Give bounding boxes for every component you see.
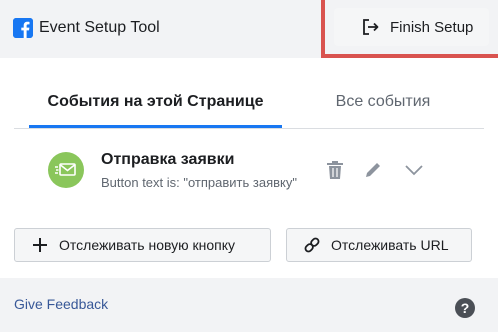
exit-icon bbox=[363, 19, 379, 35]
event-list-item: Отправка заявки Button text is: "отправи… bbox=[48, 150, 448, 194]
plus-icon bbox=[31, 236, 49, 254]
tab-page-events[interactable]: События на этой Странице bbox=[29, 76, 282, 128]
finish-setup-button[interactable]: Finish Setup bbox=[334, 8, 489, 46]
link-icon bbox=[303, 236, 321, 254]
edit-event-button[interactable] bbox=[361, 158, 385, 182]
track-url-button[interactable]: Отслеживать URL bbox=[286, 228, 472, 262]
event-name: Отправка заявки bbox=[101, 151, 235, 168]
brand: Event Setup Tool bbox=[13, 16, 160, 40]
finish-setup-label: Finish Setup bbox=[390, 18, 474, 36]
finish-setup-highlight: Finish Setup bbox=[321, 0, 498, 58]
app-title: Event Setup Tool bbox=[39, 19, 160, 36]
facebook-logo-icon bbox=[13, 18, 33, 38]
app-header: Event Setup Tool Finish Setup bbox=[0, 0, 498, 58]
give-feedback-link[interactable]: Give Feedback bbox=[14, 296, 108, 312]
track-new-button[interactable]: Отслеживать новую кнопку bbox=[14, 228, 271, 262]
expand-event-button[interactable] bbox=[402, 158, 426, 182]
track-url-button-label: Отслеживать URL bbox=[331, 237, 449, 253]
track-new-button-label: Отслеживать новую кнопку bbox=[59, 237, 236, 253]
tab-all-events[interactable]: Все события bbox=[282, 76, 484, 127]
delete-event-button[interactable] bbox=[323, 158, 347, 182]
event-description: Button text is: "отправить заявку" bbox=[101, 175, 297, 190]
footer: Give Feedback ? bbox=[0, 278, 498, 332]
event-tabs: События на этой Странице Все события bbox=[14, 76, 484, 129]
chevron-down-icon bbox=[405, 165, 423, 176]
pencil-icon bbox=[366, 163, 380, 177]
trash-icon bbox=[327, 161, 343, 179]
envelope-send-icon bbox=[48, 152, 84, 188]
help-icon[interactable]: ? bbox=[455, 298, 475, 318]
